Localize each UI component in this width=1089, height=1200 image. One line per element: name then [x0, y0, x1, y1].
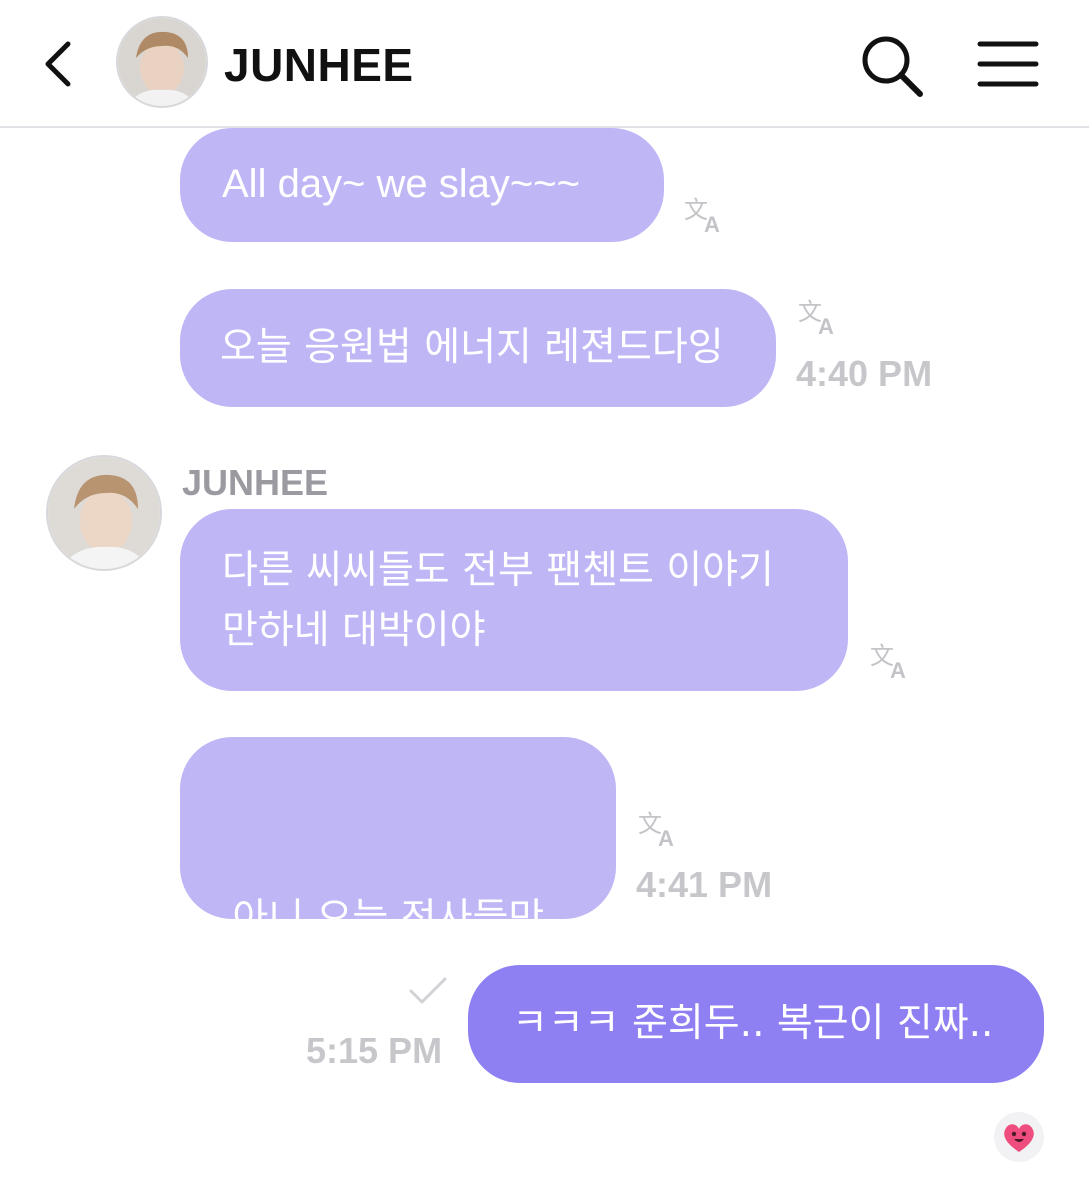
message-bubble[interactable]: 오늘 응원법 에너지 레젼드다잉: [180, 289, 776, 407]
translate-icon[interactable]: 文 A: [870, 640, 912, 680]
header-avatar[interactable]: [116, 16, 208, 108]
outgoing-message-bubble[interactable]: ㅋㅋㅋ 준희두.. 복근이 진짜..: [468, 965, 1044, 1083]
sender-name: JUNHEE: [182, 462, 329, 503]
message-text: All day~ we slay~~~: [222, 162, 580, 206]
heart-face-emoji-icon[interactable]: [994, 1112, 1044, 1162]
message-timestamp: 4:40 PM: [796, 353, 933, 394]
translate-icon[interactable]: 文 A: [684, 194, 726, 234]
message-timestamp: 4:41 PM: [636, 864, 773, 905]
chat-title: JUNHEE: [224, 39, 414, 91]
chat-header: JUNHEE: [0, 0, 1089, 128]
sender-avatar[interactable]: [46, 455, 162, 571]
message-timestamp: 5:15 PM: [306, 1030, 443, 1071]
search-icon[interactable]: [858, 32, 924, 98]
message-text-line: 다른 씨씨들도 전부 팬첸트 이야기: [222, 548, 774, 593]
translate-icon[interactable]: 文 A: [638, 808, 680, 848]
message-bubble[interactable]: All day~ we slay~~~: [180, 128, 664, 242]
translate-icon[interactable]: 文 A: [798, 296, 840, 336]
svg-text:A: A: [704, 212, 720, 234]
read-check-icon: [409, 977, 447, 1004]
chevron-left-icon[interactable]: [38, 40, 78, 88]
message-text: 오늘 응원법 에너지 레젼드다잉: [220, 325, 724, 370]
message-bubble[interactable]: 아니 오늘 전사들만 왔나요 무슨 일인가욤: [180, 737, 616, 1121]
message-bubble[interactable]: 다른 씨씨들도 전부 팬첸트 이야기 만하네 대박이야: [180, 509, 848, 691]
svg-text:A: A: [658, 826, 674, 848]
message-text: ㅋㅋㅋ 준희두.. 복근이 진짜..: [512, 1001, 994, 1046]
svg-text:A: A: [818, 314, 834, 336]
hamburger-menu-icon[interactable]: [976, 38, 1040, 90]
message-text-line: 만하네 대박이야: [222, 608, 486, 653]
message-text-line: 아니 오늘 전사들만: [220, 896, 545, 941]
svg-text:A: A: [890, 658, 906, 680]
